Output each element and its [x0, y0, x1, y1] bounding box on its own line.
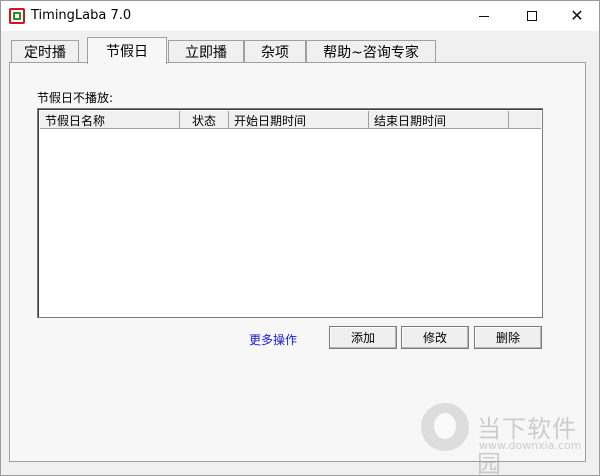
column-header-holiday-name[interactable]: 节假日名称: [40, 111, 180, 129]
column-header-start-datetime[interactable]: 开始日期时间: [229, 111, 369, 129]
list-header: 节假日名称 状态 开始日期时间 结束日期时间: [40, 111, 541, 129]
tab-misc[interactable]: 杂项: [244, 40, 306, 62]
holiday-no-play-label: 节假日不播放:: [37, 91, 114, 105]
watermark: 当下软件园 www.downxia.com: [421, 401, 591, 476]
watermark-logo-icon: [421, 403, 469, 451]
maximize-icon: [527, 11, 537, 21]
minimize-button[interactable]: [461, 1, 507, 31]
tab-help-consult[interactable]: 帮助~咨询专家: [306, 40, 436, 62]
tab-scheduled-play[interactable]: 定时播: [11, 40, 79, 62]
title-bar[interactable]: TimingLaba 7.0 ✕: [1, 1, 599, 31]
maximize-button[interactable]: [509, 1, 555, 31]
delete-button[interactable]: 删除: [474, 326, 542, 349]
minimize-icon: [479, 15, 489, 17]
close-button[interactable]: ✕: [554, 1, 600, 31]
edit-button[interactable]: 修改: [401, 326, 469, 349]
tab-play-now[interactable]: 立即播: [168, 40, 244, 62]
column-header-status[interactable]: 状态: [180, 111, 229, 129]
watermark-url: www.downxia.com: [479, 439, 582, 452]
app-window: TimingLaba 7.0 ✕ 定时播 节假日 立即播 杂项 帮助~咨询专家 …: [0, 0, 600, 476]
more-actions-link[interactable]: 更多操作: [249, 331, 297, 348]
holiday-list[interactable]: 节假日名称 状态 开始日期时间 结束日期时间: [37, 108, 543, 318]
column-header-end-datetime[interactable]: 结束日期时间: [369, 111, 509, 129]
tab-bar: 定时播 节假日 立即播 杂项 帮助~咨询专家: [1, 31, 599, 64]
tab-holidays[interactable]: 节假日: [87, 37, 167, 64]
close-icon: ✕: [570, 6, 584, 25]
app-logo-icon: [9, 8, 25, 24]
window-title: TimingLaba 7.0: [31, 8, 132, 23]
column-header-filler: [509, 111, 541, 129]
add-button[interactable]: 添加: [329, 326, 397, 349]
